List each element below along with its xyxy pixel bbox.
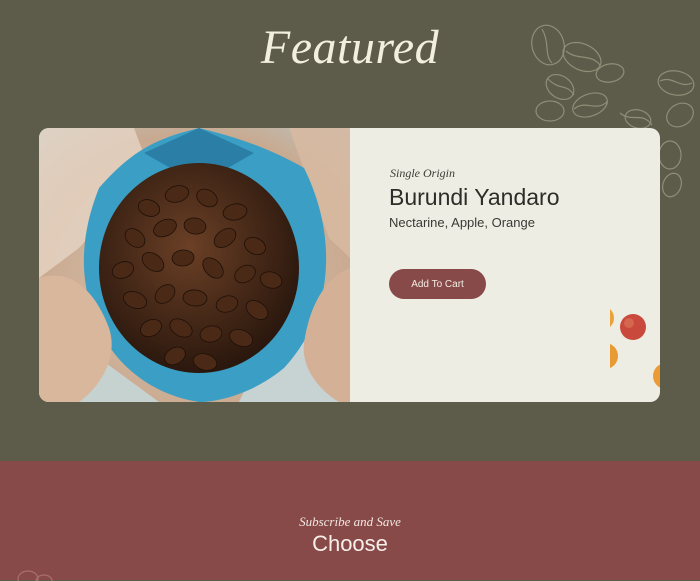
- product-info: Single Origin Burundi Yandaro Nectarine,…: [350, 128, 660, 402]
- featured-section: Featured Single Origin Burundi Yandaro N…: [0, 0, 700, 461]
- fruit-illustration-icon: [610, 309, 660, 388]
- product-name[interactable]: Burundi Yandaro: [389, 184, 560, 211]
- product-eyebrow: Single Origin: [390, 166, 455, 180]
- coffee-bag-photo: [39, 128, 350, 402]
- product-card[interactable]: Single Origin Burundi Yandaro Nectarine,…: [39, 128, 660, 402]
- subscribe-heading: Choose: [312, 531, 388, 556]
- product-tasting-notes: Nectarine, Apple, Orange: [389, 215, 535, 230]
- subscribe-section: Subscribe and Save Choose: [0, 461, 700, 581]
- subscribe-eyebrow: Subscribe and Save: [299, 514, 401, 529]
- add-to-cart-button[interactable]: Add To Cart: [389, 269, 486, 299]
- coffee-bean-doodle-icon: [17, 570, 53, 581]
